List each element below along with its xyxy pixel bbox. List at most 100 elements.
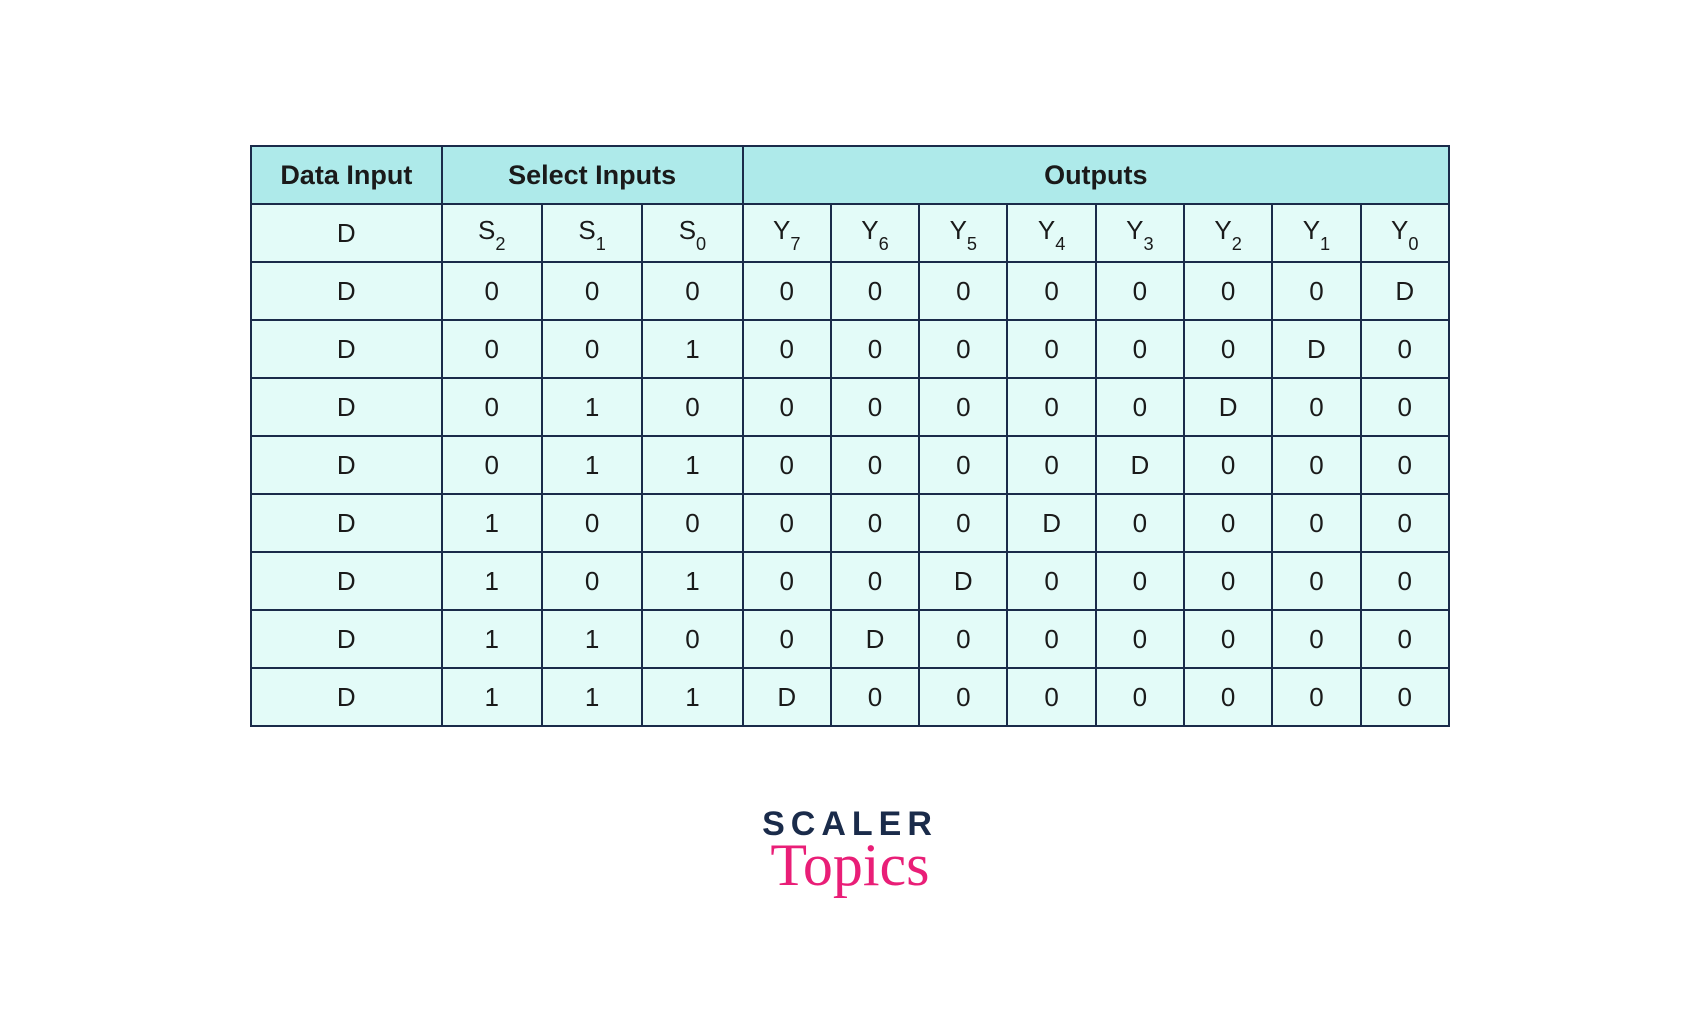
- table-row: D100000D0000: [251, 494, 1449, 552]
- table-cell: 0: [1184, 610, 1272, 668]
- table-cell: 0: [642, 262, 742, 320]
- demux-truth-table: Data Input Select Inputs Outputs D S2 S1…: [250, 145, 1450, 727]
- table-cell: 0: [1272, 262, 1360, 320]
- table-cell: 0: [1184, 668, 1272, 726]
- table-cell: 0: [831, 320, 919, 378]
- table-cell: D: [1272, 320, 1360, 378]
- table-cell: 0: [1184, 552, 1272, 610]
- header-select-inputs: Select Inputs: [442, 146, 743, 204]
- table-cell: 0: [1007, 378, 1095, 436]
- table-cell: 0: [1096, 552, 1184, 610]
- table-cell: 0: [442, 436, 542, 494]
- table-cell: 0: [743, 436, 831, 494]
- table-cell: D: [251, 494, 442, 552]
- table-cell: 0: [442, 262, 542, 320]
- table-cell: 0: [919, 668, 1007, 726]
- table-cell: 0: [743, 610, 831, 668]
- table-row: D10100D00000: [251, 552, 1449, 610]
- table-cell: 0: [1184, 262, 1272, 320]
- table-cell: 0: [1007, 552, 1095, 610]
- table-cell: 0: [1096, 610, 1184, 668]
- table-cell: D: [743, 668, 831, 726]
- subheader-s2: S2: [442, 204, 542, 262]
- table-cell: 0: [743, 262, 831, 320]
- table-cell: 1: [542, 436, 642, 494]
- table-cell: 0: [831, 262, 919, 320]
- table-cell: 1: [642, 668, 742, 726]
- table-cell: 0: [919, 494, 1007, 552]
- table-cell: 0: [743, 378, 831, 436]
- table-cell: D: [251, 436, 442, 494]
- subheader-y1: Y1: [1272, 204, 1360, 262]
- table-cell: D: [831, 610, 919, 668]
- table-cell: D: [251, 378, 442, 436]
- table-row: D111D0000000: [251, 668, 1449, 726]
- subheader-y0: Y0: [1361, 204, 1449, 262]
- subheader-y7: Y7: [743, 204, 831, 262]
- table-cell: 0: [919, 320, 1007, 378]
- table-cell: 0: [542, 552, 642, 610]
- subheader-y5: Y5: [919, 204, 1007, 262]
- table-cell: 0: [1007, 610, 1095, 668]
- table-cell: 0: [831, 436, 919, 494]
- table-cell: 0: [1096, 378, 1184, 436]
- table-cell: 0: [831, 378, 919, 436]
- table-cell: D: [1096, 436, 1184, 494]
- table-cell: 0: [1361, 668, 1449, 726]
- table-row: D0000000000D: [251, 262, 1449, 320]
- header-data-input: Data Input: [251, 146, 442, 204]
- table-cell: 0: [1184, 320, 1272, 378]
- subheader-row: D S2 S1 S0 Y7 Y6 Y5 Y4 Y3 Y2 Y1 Y0: [251, 204, 1449, 262]
- table-cell: 0: [919, 436, 1007, 494]
- table-cell: 0: [1361, 552, 1449, 610]
- table-cell: 1: [642, 320, 742, 378]
- table-cell: 0: [1184, 494, 1272, 552]
- table-cell: 0: [743, 320, 831, 378]
- table-cell: 0: [831, 494, 919, 552]
- table-cell: D: [251, 668, 442, 726]
- header-group-row: Data Input Select Inputs Outputs: [251, 146, 1449, 204]
- table-cell: 1: [542, 668, 642, 726]
- table-row: D01000000D00: [251, 378, 1449, 436]
- table-cell: D: [251, 320, 442, 378]
- subheader-s0: S0: [642, 204, 742, 262]
- table-cell: 0: [642, 378, 742, 436]
- table-cell: 0: [542, 494, 642, 552]
- table-cell: D: [251, 552, 442, 610]
- subheader-y3: Y3: [1096, 204, 1184, 262]
- table-cell: 0: [919, 262, 1007, 320]
- table-cell: 0: [1361, 436, 1449, 494]
- table-cell: 1: [642, 552, 742, 610]
- table-cell: 0: [1272, 610, 1360, 668]
- subheader-y2: Y2: [1184, 204, 1272, 262]
- table-cell: 0: [1007, 320, 1095, 378]
- table-cell: D: [1007, 494, 1095, 552]
- table-cell: 0: [1361, 320, 1449, 378]
- table-cell: 0: [919, 378, 1007, 436]
- table-cell: 1: [542, 610, 642, 668]
- table-cell: 1: [442, 552, 542, 610]
- table-cell: 1: [542, 378, 642, 436]
- table-cell: 0: [831, 668, 919, 726]
- table-cell: 0: [1272, 436, 1360, 494]
- table-cell: 0: [1272, 494, 1360, 552]
- table-cell: 0: [1096, 262, 1184, 320]
- table-row: D1100D000000: [251, 610, 1449, 668]
- table-cell: 0: [743, 494, 831, 552]
- table-cell: 0: [919, 610, 1007, 668]
- table-cell: 0: [442, 320, 542, 378]
- table-cell: 1: [442, 610, 542, 668]
- table-cell: D: [919, 552, 1007, 610]
- table-cell: D: [1361, 262, 1449, 320]
- table-cell: 1: [442, 494, 542, 552]
- table-cell: 0: [542, 320, 642, 378]
- table-cell: D: [251, 610, 442, 668]
- table-cell: 0: [1096, 494, 1184, 552]
- table-cell: 0: [1272, 668, 1360, 726]
- table-cell: 0: [1361, 494, 1449, 552]
- table-row: D0110000D000: [251, 436, 1449, 494]
- table-cell: 0: [542, 262, 642, 320]
- table-cell: 0: [1361, 610, 1449, 668]
- table-cell: 0: [1007, 668, 1095, 726]
- table-cell: 0: [442, 378, 542, 436]
